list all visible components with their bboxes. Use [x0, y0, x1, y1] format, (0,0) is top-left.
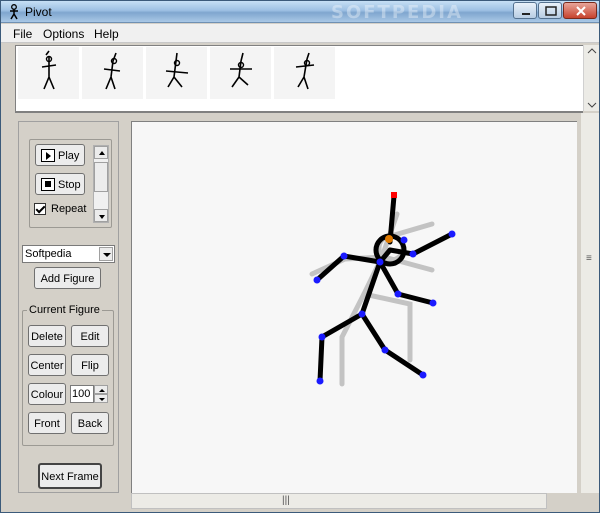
close-button[interactable]	[563, 2, 597, 19]
scroll-up-arrow[interactable]	[94, 146, 108, 159]
stick-figure-icon	[103, 52, 121, 90]
frame-thumbnail[interactable]	[146, 47, 208, 99]
figure-select-value: Softpedia	[25, 248, 72, 260]
down-arrow-icon	[99, 215, 105, 219]
stick-figure-icon	[230, 52, 252, 88]
scroll-grip-icon: |||	[282, 495, 290, 506]
flip-button[interactable]: Flip	[71, 354, 109, 376]
minimize-icon	[522, 13, 530, 15]
watermark: SOFTPEDIA	[331, 2, 463, 23]
down-arrow-icon	[99, 398, 105, 401]
scroll-thumb[interactable]	[94, 162, 108, 192]
next-frame-button[interactable]: Next Frame	[38, 463, 102, 489]
scroll-down-arrow[interactable]	[94, 209, 108, 222]
center-handle[interactable]	[385, 235, 393, 243]
frame-thumbnail[interactable]	[274, 47, 336, 99]
stop-label: Stop	[58, 179, 81, 191]
window-title: Pivot	[25, 5, 52, 19]
pivot-window: Pivot SOFTPEDIA File Options Help Play S…	[0, 0, 600, 513]
current-figure-legend: Current Figure	[27, 304, 102, 316]
back-button[interactable]: Back	[71, 412, 109, 434]
spin-down-button[interactable]	[94, 394, 108, 403]
play-button[interactable]: Play	[35, 144, 85, 166]
menu-options[interactable]: Options	[43, 27, 84, 41]
stop-icon	[41, 178, 55, 191]
menu-file[interactable]: File	[13, 27, 32, 41]
frame-thumbnail[interactable]	[210, 47, 272, 99]
speed-scrollbar[interactable]	[93, 145, 109, 223]
frames-divider	[15, 111, 583, 113]
dropdown-arrow[interactable]	[99, 247, 113, 261]
up-arrow-icon	[99, 151, 105, 155]
frames-strip	[15, 45, 583, 111]
scroll-grip-icon: ≡	[586, 253, 592, 264]
center-button[interactable]: Center	[28, 354, 66, 376]
repeat-label: Repeat	[51, 203, 87, 215]
minimize-button[interactable]	[513, 2, 537, 19]
colour-button[interactable]: Colour	[28, 383, 66, 405]
play-icon	[41, 149, 55, 162]
front-button[interactable]: Front	[28, 412, 66, 434]
edit-button[interactable]: Edit	[71, 325, 109, 347]
stick-figure-canvas	[309, 192, 456, 387]
title-bar[interactable]: Pivot SOFTPEDIA	[1, 1, 599, 23]
spin-up-button[interactable]	[94, 385, 108, 394]
stick-figure-icon	[295, 52, 315, 90]
repeat-checkbox[interactable]	[34, 203, 46, 215]
root-handle[interactable]	[391, 192, 397, 198]
animation-canvas[interactable]	[131, 121, 577, 493]
chevron-down-icon	[103, 253, 111, 257]
delete-button[interactable]: Delete	[28, 325, 66, 347]
frame-thumbnail[interactable]	[18, 47, 80, 99]
add-figure-button[interactable]: Add Figure	[34, 267, 101, 289]
menu-help[interactable]: Help	[94, 27, 119, 41]
frames-scrollbar[interactable]	[583, 45, 599, 111]
stick-figure-icon	[41, 50, 57, 90]
stop-button[interactable]: Stop	[35, 173, 85, 195]
stick-figure-icon	[165, 52, 189, 88]
scrollbar-arrows-icon	[587, 48, 597, 108]
menu-bar: File Options Help	[1, 24, 599, 43]
play-label: Play	[58, 150, 80, 162]
canvas-horizontal-scrollbar[interactable]: |||	[131, 493, 547, 509]
frame-thumbnail[interactable]	[82, 47, 144, 99]
app-icon	[10, 4, 18, 20]
canvas-vertical-scrollbar[interactable]: ≡	[581, 113, 599, 493]
figure-select[interactable]: Softpedia	[22, 245, 115, 263]
maximize-button[interactable]	[538, 2, 562, 19]
maximize-icon	[545, 6, 557, 16]
close-icon	[576, 6, 586, 16]
colour-value-input[interactable]: 100	[70, 385, 94, 403]
